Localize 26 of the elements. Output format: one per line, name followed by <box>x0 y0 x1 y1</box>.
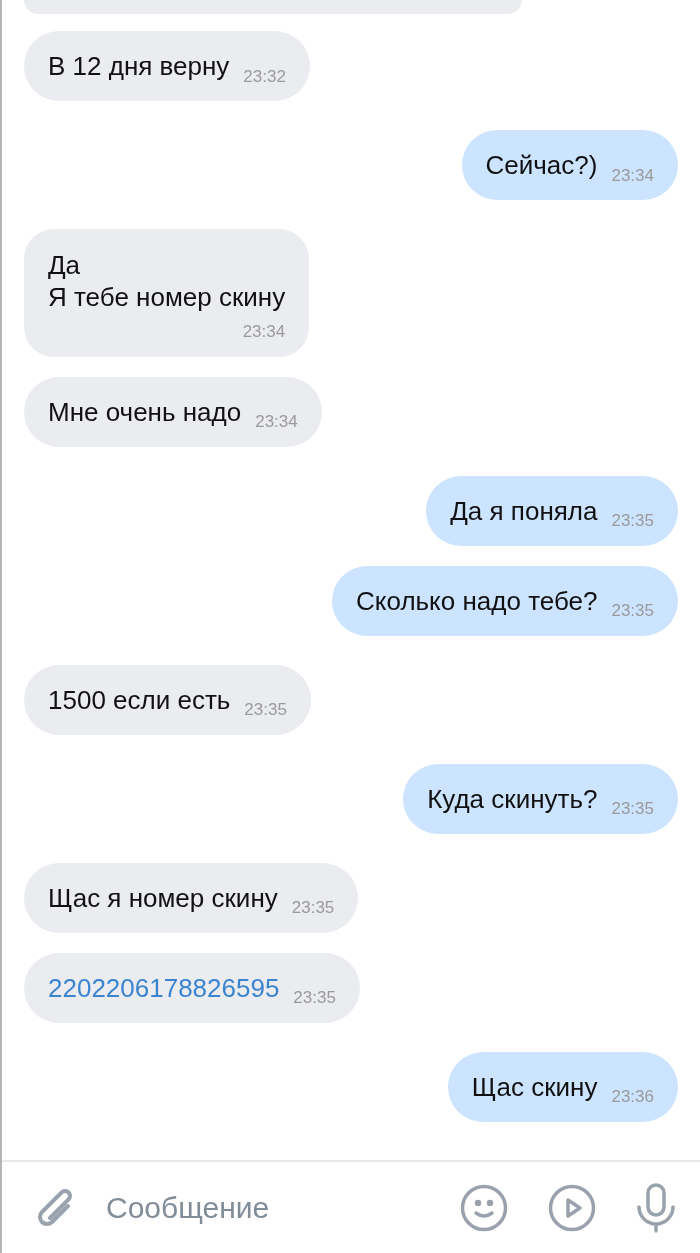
message-field[interactable]: Сообщение <box>104 1184 404 1231</box>
message-text: Да Я тебе номер скину <box>48 249 286 313</box>
message-time: 23:35 <box>291 897 335 919</box>
message-text: Щас скину <box>471 1070 598 1103</box>
message-time: 23:34 <box>255 411 298 433</box>
message-text: Мне очень надо <box>48 395 242 428</box>
message-text: Да я поняла <box>450 494 598 527</box>
emoji-icon[interactable] <box>460 1183 508 1232</box>
message-text: В 12 дня верну <box>48 50 230 82</box>
message-time: 23:35 <box>611 600 654 622</box>
message-time: 23:35 <box>611 510 654 532</box>
message-time: 23:34 <box>611 164 654 187</box>
message-time: 23:35 <box>611 798 654 820</box>
message-time: 23:36 <box>611 1086 654 1108</box>
message-time: 23:35 <box>293 987 336 1009</box>
microphone-icon[interactable] <box>636 1182 676 1233</box>
message-text: Куда скинуть? <box>427 782 598 815</box>
message-text: 1500 если есть <box>48 683 231 716</box>
message-text: Сейчас?) <box>485 149 598 181</box>
message-time: 23:34 <box>242 321 286 343</box>
message-time: 23:32 <box>243 65 286 88</box>
message-text: Щас я номер скину <box>48 881 278 914</box>
message-time: 23:35 <box>244 699 287 721</box>
message-text: Сколько надо тебе? <box>356 584 598 617</box>
card-number-link[interactable]: 2202206178826595 <box>48 971 280 1004</box>
play-icon[interactable] <box>548 1183 596 1232</box>
